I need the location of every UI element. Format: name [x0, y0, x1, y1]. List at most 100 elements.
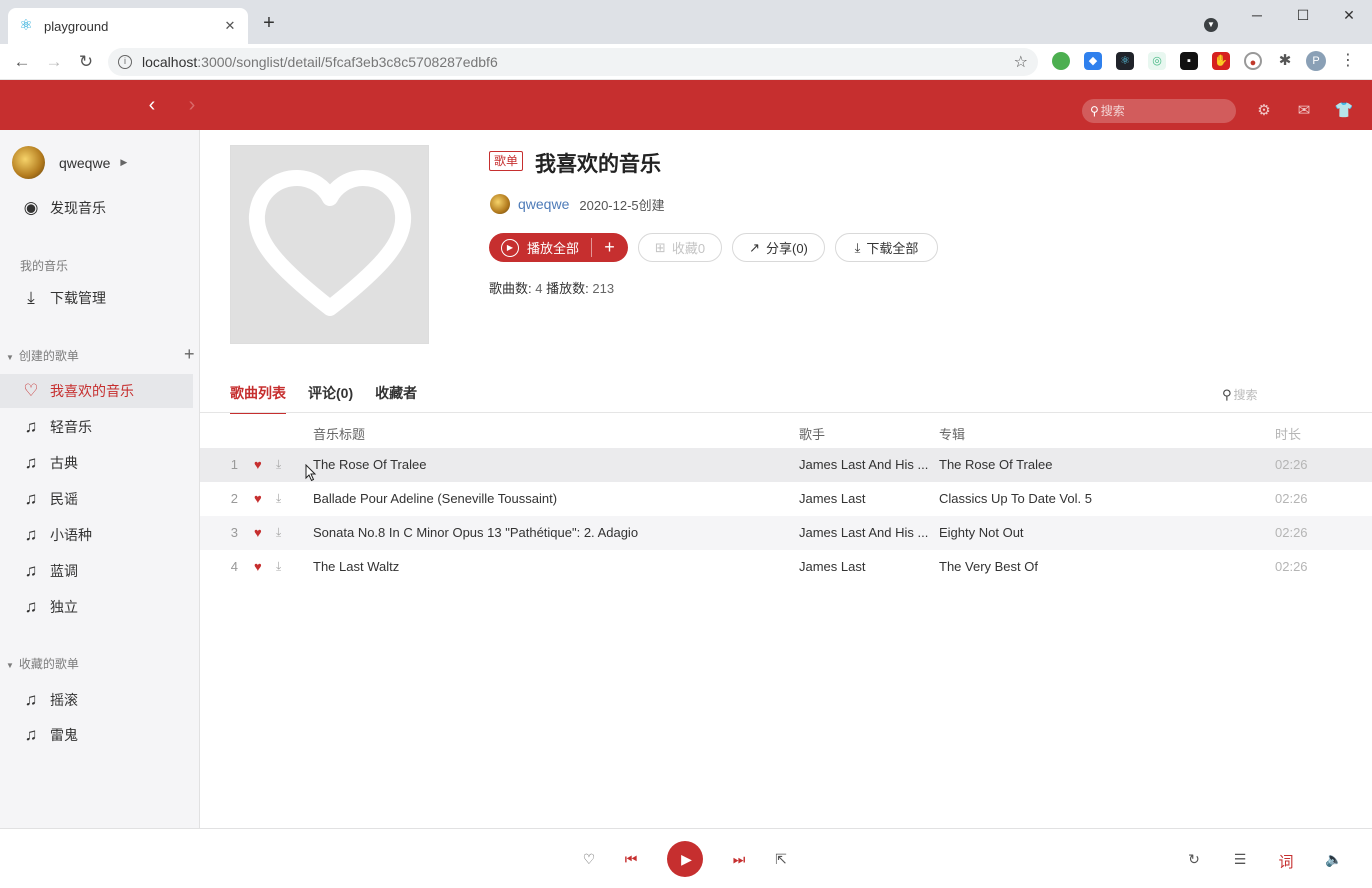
- minimize-button[interactable]: ─: [1234, 7, 1280, 23]
- header-search-input[interactable]: [1100, 104, 1221, 118]
- list-search-input[interactable]: [1233, 388, 1324, 402]
- profile-avatar[interactable]: P: [1306, 51, 1326, 71]
- sidebar-item-discover[interactable]: ◉ 发现音乐: [0, 191, 193, 225]
- download-icon[interactable]: ⤓: [276, 491, 281, 506]
- song-title[interactable]: The Rose Of Tralee: [313, 457, 783, 472]
- url-text[interactable]: localhost:3000/songlist/detail/5fcaf3eb3…: [142, 54, 1014, 70]
- table-row[interactable]: 4 ♥ ⤓ The Last Waltz James Last The Very…: [200, 550, 1372, 584]
- song-title[interactable]: Sonata No.8 In C Minor Opus 13 "Pathétiq…: [313, 525, 783, 540]
- volume-icon[interactable]: 🔈: [1325, 851, 1342, 868]
- song-album[interactable]: Eighty Not Out: [939, 525, 1239, 540]
- sidebar-item-playlist[interactable]: ♫ 独立: [0, 590, 193, 624]
- column-artist[interactable]: 歌手: [799, 424, 825, 443]
- tab-search-icon[interactable]: ▼: [1204, 18, 1218, 32]
- previous-track-icon[interactable]: ⏮: [623, 851, 639, 868]
- liked-heart-icon[interactable]: ♥: [254, 525, 262, 540]
- react-devtools-icon[interactable]: ⚛: [1116, 52, 1134, 70]
- sidebar-item-playlist[interactable]: ♫ 小语种: [0, 518, 193, 552]
- tab-close-icon[interactable]: ✕: [222, 18, 238, 34]
- playlist-queue-icon[interactable]: ☰: [1232, 851, 1248, 868]
- liked-heart-icon[interactable]: ♥: [254, 491, 262, 506]
- history-back-icon[interactable]: ‹: [142, 94, 162, 117]
- song-title[interactable]: The Last Waltz: [313, 559, 783, 574]
- download-icon[interactable]: ⤓: [276, 559, 281, 574]
- like-heart-icon[interactable]: ♡: [581, 851, 597, 868]
- collected-playlists-group[interactable]: ▼ 收藏的歌单: [6, 655, 79, 672]
- table-row[interactable]: 2 ♥ ⤓ Ballade Pour Adeline (Seneville To…: [200, 482, 1372, 516]
- creator-name[interactable]: qweqwe: [518, 196, 569, 212]
- liked-heart-icon[interactable]: ♥: [254, 457, 262, 472]
- caret-right-icon[interactable]: ▶: [120, 157, 127, 168]
- liked-heart-icon[interactable]: ♥: [254, 559, 262, 574]
- reload-icon[interactable]: ↻: [74, 50, 98, 74]
- add-to-queue-button[interactable]: +: [591, 233, 628, 262]
- play-all-button[interactable]: ▶ 播放全部 +: [489, 233, 628, 262]
- forward-icon[interactable]: →: [42, 50, 66, 74]
- song-title[interactable]: Ballade Pour Adeline (Seneville Toussain…: [313, 491, 783, 506]
- sidebar-item-playlist[interactable]: ♫ 雷鬼: [0, 718, 193, 752]
- extension-dark-icon[interactable]: ▪: [1180, 52, 1198, 70]
- next-track-icon[interactable]: ⏭: [731, 851, 747, 868]
- song-album[interactable]: Classics Up To Date Vol. 5: [939, 491, 1239, 506]
- site-info-icon[interactable]: i: [118, 55, 132, 69]
- column-album[interactable]: 专辑: [939, 424, 965, 443]
- maximize-button[interactable]: ☐: [1280, 7, 1326, 24]
- sidebar-item-playlist[interactable]: ♫ 古典: [0, 446, 193, 480]
- user-profile[interactable]: qweqwe ▶: [12, 146, 127, 179]
- song-artist[interactable]: James Last And His ...: [799, 525, 937, 540]
- header-search[interactable]: ⚲: [1082, 99, 1236, 123]
- table-row[interactable]: 3 ♥ ⤓ Sonata No.8 In C Minor Opus 13 "Pa…: [200, 516, 1372, 550]
- adblock-icon[interactable]: ✋: [1212, 52, 1230, 70]
- user-avatar[interactable]: [12, 146, 45, 179]
- column-duration[interactable]: 时长: [1275, 424, 1301, 443]
- song-album[interactable]: The Very Best Of: [939, 559, 1239, 574]
- username[interactable]: qweqwe: [59, 155, 110, 171]
- song-album[interactable]: The Rose Of Tralee: [939, 457, 1239, 472]
- song-artist[interactable]: James Last: [799, 491, 937, 506]
- skin-shirt-icon[interactable]: 👕: [1334, 101, 1354, 119]
- settings-gear-icon[interactable]: ⚙: [1254, 101, 1274, 119]
- tab-subscribers[interactable]: 收藏者: [375, 383, 417, 414]
- vue-devtools-icon[interactable]: ◎: [1148, 52, 1166, 70]
- bookmark-star-icon[interactable]: ☆: [1014, 52, 1028, 72]
- extensions-puzzle-icon[interactable]: ✱: [1276, 52, 1294, 70]
- collect-button[interactable]: ⊞ 收藏0: [638, 233, 722, 262]
- share-track-icon[interactable]: ⇱: [773, 851, 789, 868]
- sidebar-item-downloads[interactable]: ⤓ 下载管理: [0, 281, 193, 315]
- creator-avatar[interactable]: [490, 194, 510, 214]
- share-button[interactable]: ↗ 分享(0): [732, 233, 825, 262]
- create-playlist-plus-icon[interactable]: +: [184, 344, 195, 365]
- window-close-button[interactable]: ✕: [1326, 7, 1372, 24]
- lyrics-button[interactable]: 词: [1278, 851, 1294, 872]
- new-tab-button[interactable]: +: [258, 12, 280, 34]
- extension-shield-icon[interactable]: ◆: [1084, 52, 1102, 70]
- tab-comments[interactable]: 评论(0): [308, 383, 353, 414]
- tab-song-list[interactable]: 歌曲列表: [230, 383, 286, 414]
- browser-tab[interactable]: ⚛ playground ✕: [8, 8, 248, 44]
- loop-mode-icon[interactable]: ↻: [1186, 851, 1202, 868]
- sidebar-item-playlist[interactable]: ♫ 蓝调: [0, 554, 193, 588]
- download-all-button[interactable]: ⤓ 下载全部: [835, 233, 938, 262]
- back-icon[interactable]: ←: [10, 50, 34, 74]
- heart-cover-icon: [248, 169, 411, 316]
- browser-menu-icon[interactable]: ⋮: [1340, 50, 1356, 70]
- column-title[interactable]: 音乐标题: [313, 424, 365, 443]
- table-row[interactable]: 1 ♥ ⤓ The Rose Of Tralee James Last And …: [200, 448, 1372, 482]
- url-host: localhost: [142, 54, 198, 70]
- song-artist[interactable]: James Last And His ...: [799, 457, 937, 472]
- extension-green-icon[interactable]: [1052, 52, 1070, 70]
- sidebar-item-liked-music[interactable]: ♡ 我喜欢的音乐: [0, 374, 193, 408]
- sidebar-item-playlist[interactable]: ♫ 轻音乐: [0, 410, 193, 444]
- address-bar[interactable]: i localhost:3000/songlist/detail/5fcaf3e…: [108, 48, 1038, 76]
- history-forward-icon[interactable]: ›: [182, 94, 202, 117]
- play-button[interactable]: ▶: [667, 841, 703, 877]
- sidebar-item-playlist[interactable]: ♫ 民谣: [0, 482, 193, 516]
- download-icon[interactable]: ⤓: [276, 525, 281, 540]
- mail-icon[interactable]: ✉: [1294, 101, 1314, 119]
- sidebar-item-playlist[interactable]: ♫ 摇滚: [0, 683, 193, 717]
- song-artist[interactable]: James Last: [799, 559, 937, 574]
- download-icon[interactable]: ⤓: [276, 457, 281, 472]
- extension-color-icon[interactable]: ●: [1244, 52, 1262, 70]
- list-search[interactable]: ⚲: [1222, 387, 1324, 403]
- created-playlists-group[interactable]: ▼ 创建的歌单: [6, 347, 79, 364]
